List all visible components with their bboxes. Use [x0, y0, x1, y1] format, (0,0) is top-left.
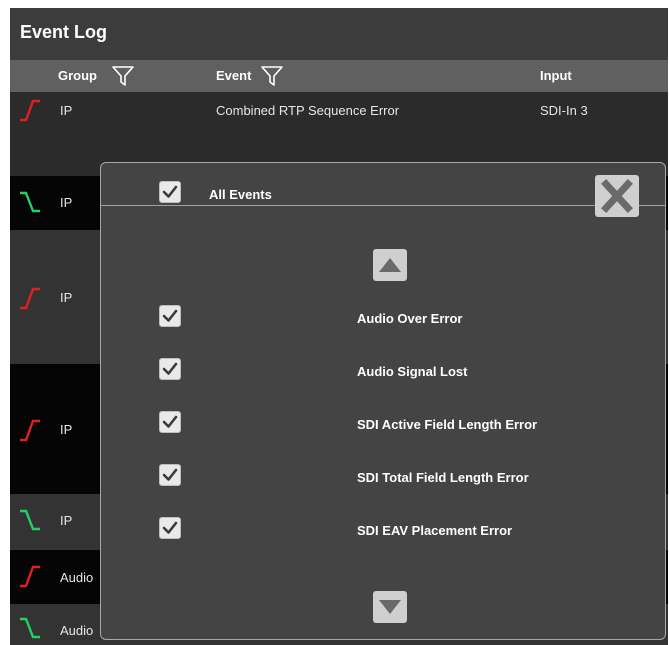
row-input: SDI-In 3 — [540, 103, 588, 118]
row-group: IP — [60, 195, 73, 210]
checkmark-icon — [162, 309, 178, 322]
title-bar: Event Log — [10, 8, 668, 60]
page-title: Event Log — [20, 22, 108, 42]
column-header-input: Input — [540, 68, 572, 83]
close-button[interactable] — [595, 175, 639, 217]
checkmark-icon — [162, 468, 178, 481]
row-group: IP — [60, 290, 73, 305]
clear-falling-edge-icon — [18, 508, 42, 532]
scroll-down-button[interactable] — [373, 591, 407, 623]
event-label: Audio Over Error — [357, 311, 463, 326]
event-label: SDI Active Field Length Error — [357, 417, 538, 432]
event-checkbox[interactable] — [159, 411, 181, 433]
event-checkbox[interactable] — [159, 517, 181, 539]
event-label: SDI Total Field Length Error — [357, 470, 529, 485]
clear-falling-edge-icon — [18, 190, 42, 214]
row-group: Audio — [60, 623, 94, 638]
event-label: SDI EAV Placement Error — [357, 523, 513, 538]
row-group: Audio — [60, 570, 94, 585]
column-header-group: Group — [58, 68, 97, 83]
event-log-screen: Event Log Group Event Input IP Combined … — [10, 8, 668, 645]
row-group: IP — [60, 422, 73, 437]
scroll-up-button[interactable] — [373, 249, 407, 281]
error-rising-edge-icon — [18, 564, 42, 588]
error-rising-edge-icon — [18, 286, 42, 310]
event-checkbox[interactable] — [159, 305, 181, 327]
triangle-down-icon — [379, 600, 401, 614]
event-checkbox[interactable] — [159, 464, 181, 486]
close-x-icon — [601, 179, 633, 213]
checkmark-icon — [162, 362, 178, 375]
row-event: Combined RTP Sequence Error — [216, 103, 400, 118]
event-label: Audio Signal Lost — [357, 364, 468, 379]
triangle-up-icon — [379, 258, 401, 272]
column-header-event: Event — [216, 68, 252, 83]
checkmark-icon — [162, 521, 178, 534]
error-rising-edge-icon — [18, 98, 42, 122]
checkmark-icon — [162, 185, 178, 198]
all-events-label: All Events — [209, 187, 272, 202]
event-filter-icon[interactable] — [260, 65, 284, 87]
row-group: IP — [60, 513, 73, 528]
row-group: IP — [60, 103, 73, 118]
column-header-row: Group Event Input — [10, 60, 668, 92]
all-events-checkbox[interactable] — [159, 181, 181, 203]
group-filter-icon[interactable] — [111, 65, 135, 87]
clear-falling-edge-icon — [18, 616, 42, 640]
event-checkbox[interactable] — [159, 358, 181, 380]
error-rising-edge-icon — [18, 418, 42, 442]
checkmark-icon — [162, 415, 178, 428]
dialog-header: All Events — [101, 163, 665, 217]
event-filter-dialog: All Events Audio Over Error Audio Signal… — [100, 162, 666, 640]
